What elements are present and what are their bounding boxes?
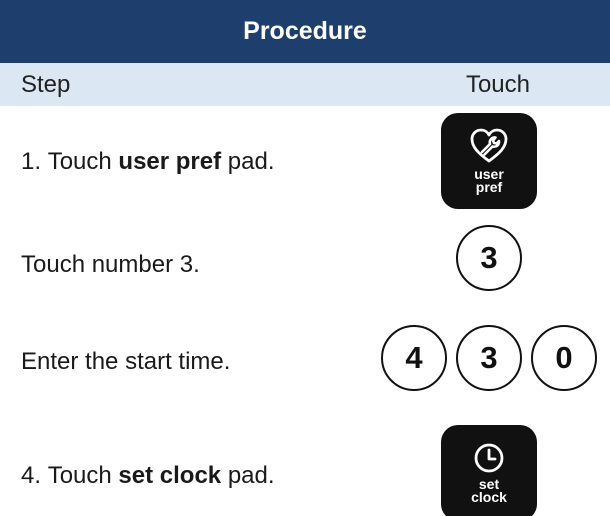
step-4-text: 4. Touch set clock pad. — [21, 462, 275, 489]
set-clock-pad-label: set clock — [471, 476, 507, 505]
number-key-0[interactable]: 0 — [531, 325, 597, 391]
step-3-text: Enter the start time. — [21, 348, 231, 375]
procedure-header: Procedure — [0, 0, 610, 63]
column-header-row: Step Touch — [0, 63, 610, 106]
step-1-pad-name: user pref — [118, 148, 222, 175]
step-4-pad-name: set clock — [118, 462, 222, 489]
step-2-text: Touch number 3. — [21, 251, 200, 278]
column-touch-label: Touch — [465, 71, 530, 98]
step-row-4: 4. Touch set clock pad. set clock — [0, 412, 610, 516]
clock-icon — [474, 443, 504, 473]
set-clock-pad[interactable]: set clock — [441, 425, 537, 516]
number-key-4[interactable]: 4 — [381, 325, 447, 391]
number-key-3[interactable]: 3 — [456, 325, 522, 391]
number-key-3[interactable]: 3 — [456, 225, 522, 291]
step-row-1: 1. Touch user pref pad. user pref — [0, 106, 610, 209]
step-row-3: Enter the start time. 4 3 0 — [0, 312, 610, 402]
user-pref-pad-label: user pref — [474, 166, 504, 195]
procedure-title: Procedure — [243, 17, 367, 45]
column-step-label: Step — [21, 71, 71, 98]
step-row-2: Touch number 3. 3 — [0, 218, 610, 308]
user-pref-pad[interactable]: user pref — [441, 113, 537, 209]
wrench-heart-icon — [470, 128, 508, 163]
step-1-text: 1. Touch user pref pad. — [21, 148, 275, 175]
